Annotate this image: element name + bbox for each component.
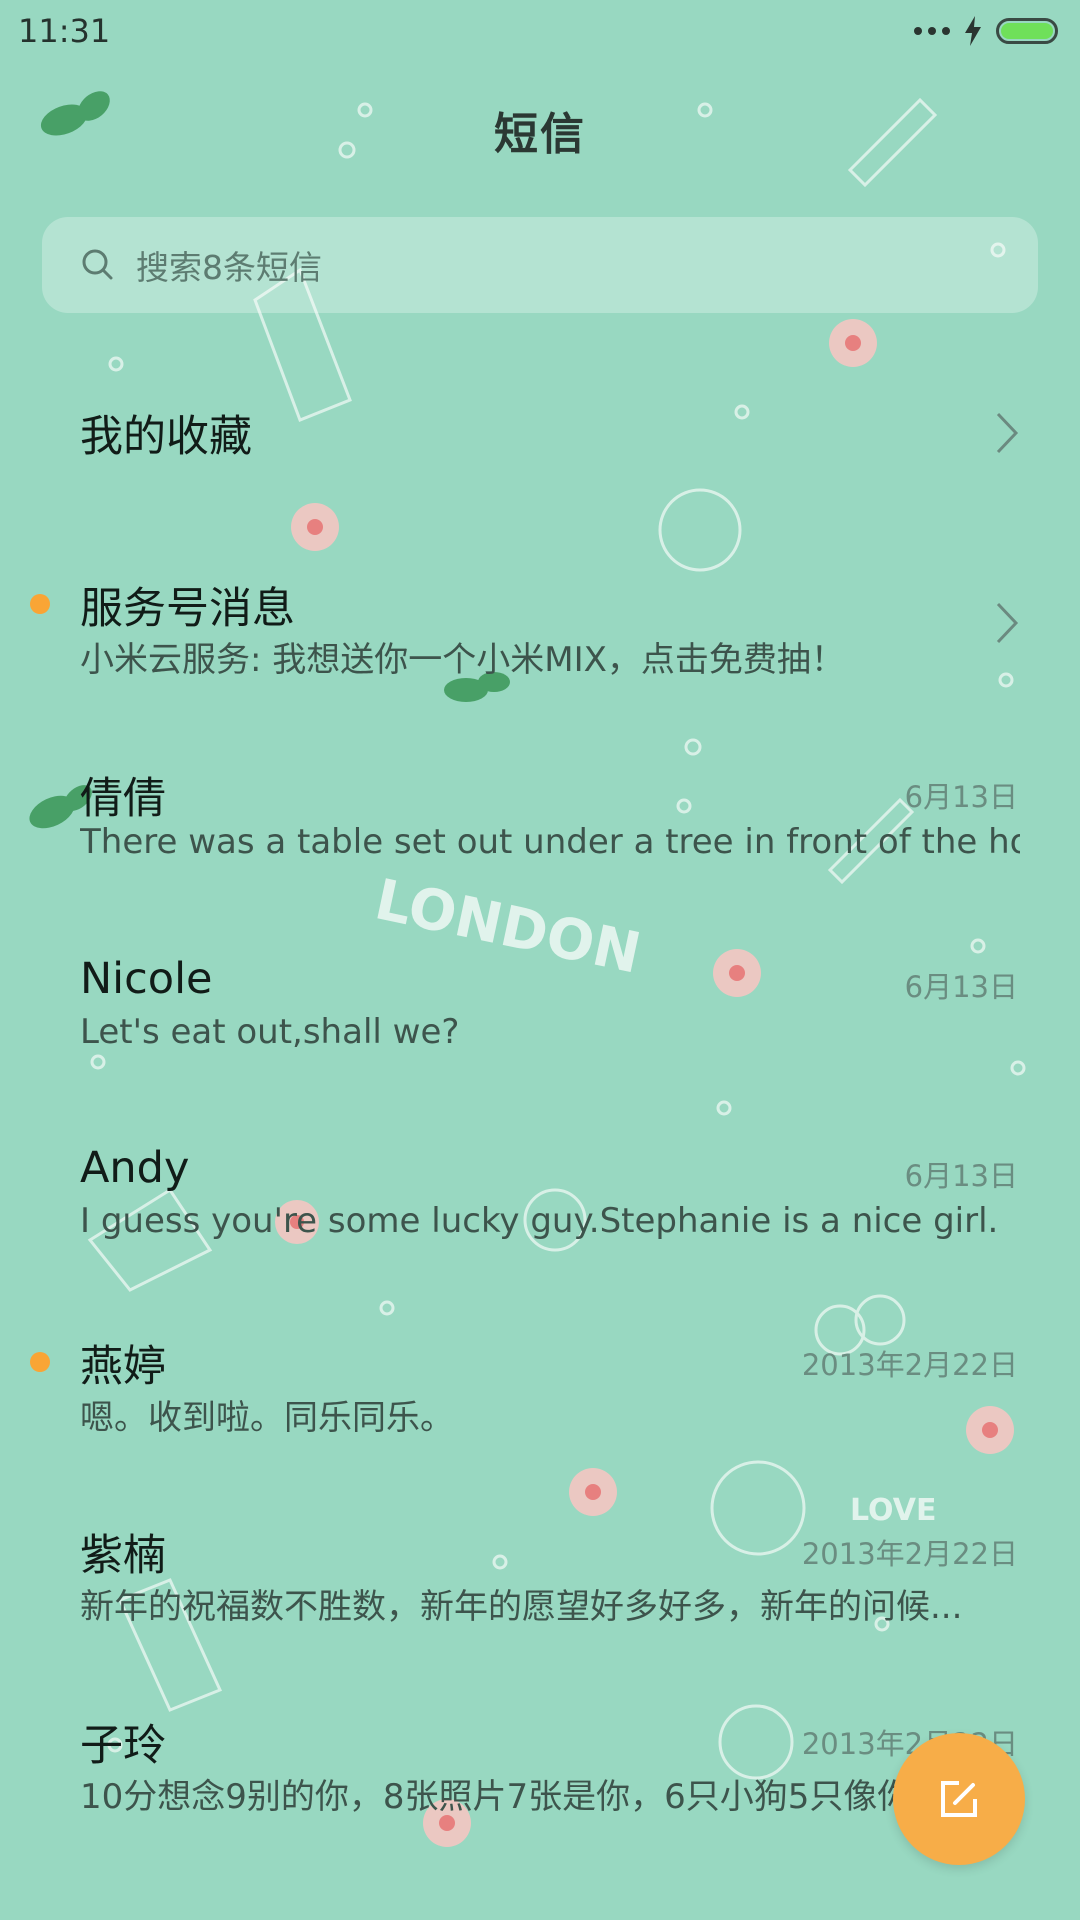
compose-button[interactable] <box>893 1733 1025 1865</box>
search-placeholder: 搜索8条短信 <box>136 248 322 287</box>
conversation-row[interactable]: 倩倩 6月13日 There was a table set out under… <box>0 750 1080 900</box>
conversation-name: 倩倩 <box>80 774 166 824</box>
charging-bolt-icon <box>965 16 981 46</box>
favorites-label: 我的收藏 <box>80 412 252 462</box>
chevron-right-icon <box>996 412 1019 454</box>
conversation-date: 6月13日 <box>904 1159 1018 1193</box>
conversation-row[interactable]: Andy 6月13日 I guess you're some lucky guy… <box>0 1129 1080 1279</box>
conversation-date: 2013年2月22日 <box>801 1348 1018 1382</box>
conversation-row[interactable]: 燕婷 2013年2月22日 嗯。收到啦。同乐同乐。 <box>0 1318 1080 1468</box>
page-title: 短信 <box>494 109 586 160</box>
conversation-preview: 嗯。收到啦。同乐同乐。 <box>80 1398 454 1438</box>
status-bar: 11:31 <box>0 0 1080 62</box>
battery-icon <box>996 18 1058 44</box>
status-icons <box>914 16 1058 46</box>
conversation-name: Nicole <box>80 954 213 1004</box>
conversation-preview: 小米云服务: 我想送你一个小米MIX，点击免费抽！ <box>80 640 845 680</box>
conversation-row[interactable]: 紫楠 2013年2月22日 新年的祝福数不胜数，新年的愿望好多好多，新年的问候.… <box>0 1507 1080 1657</box>
conversation-name: Andy <box>80 1143 190 1193</box>
chevron-right-icon <box>996 602 1019 644</box>
more-dots-icon <box>914 27 950 35</box>
conversation-service[interactable]: 服务号消息 小米云服务: 我想送你一个小米MIX，点击免费抽！ <box>0 560 1080 710</box>
compose-icon <box>941 1781 977 1817</box>
conversation-date: 6月13日 <box>904 780 1018 814</box>
conversation-name: 子玲 <box>80 1721 166 1771</box>
search-icon <box>82 249 113 280</box>
conversation-name: 服务号消息 <box>80 584 295 634</box>
unread-dot <box>30 594 50 614</box>
search-input[interactable]: 搜索8条短信 <box>42 217 1038 313</box>
conversation-date: 6月13日 <box>904 970 1018 1004</box>
conversation-preview: 10分想念9别的你，8张照片7张是你，6只小狗5只像你 <box>80 1777 912 1817</box>
conversation-name: 紫楠 <box>80 1531 166 1581</box>
conversation-preview: Let's eat out,shall we? <box>80 1012 460 1052</box>
title-bar: 短信 <box>0 90 1080 170</box>
conversation-preview: There was a table set out under a tree i… <box>80 822 1020 862</box>
conversation-date: 2013年2月22日 <box>801 1537 1018 1571</box>
favorites-row[interactable]: 我的收藏 <box>0 380 1080 480</box>
conversation-preview: 新年的祝福数不胜数，新年的愿望好多好多，新年的问候... <box>80 1587 963 1627</box>
conversation-preview: I guess you're some lucky guy.Stephanie … <box>80 1201 999 1241</box>
unread-dot <box>30 1352 50 1372</box>
status-time: 11:31 <box>18 12 111 50</box>
conversation-row[interactable]: Nicole 6月13日 Let's eat out,shall we? <box>0 940 1080 1090</box>
conversation-name: 燕婷 <box>80 1342 166 1392</box>
